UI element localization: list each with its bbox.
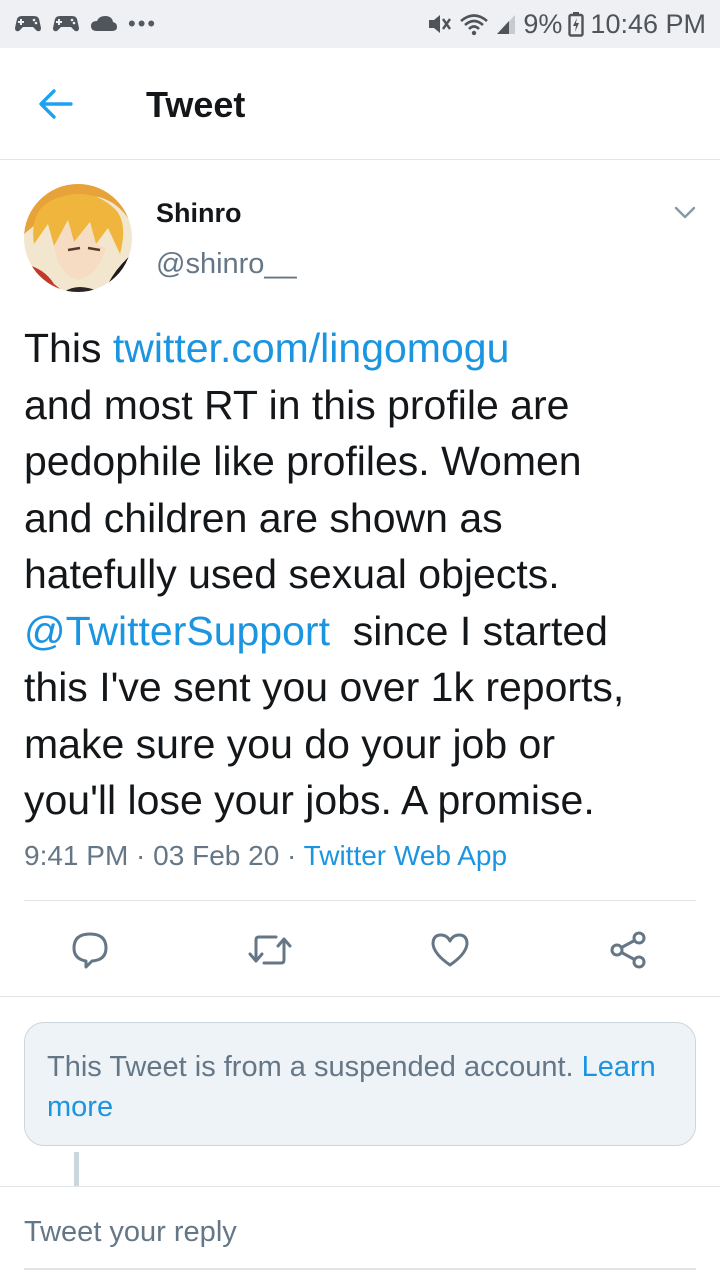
tweet-time: 9:41 PM — [24, 840, 129, 871]
author-name[interactable]: Shinro — [156, 198, 242, 229]
like-button[interactable] — [428, 928, 472, 972]
tweet-line: This twitter.com/lingomogu — [24, 325, 510, 371]
back-button[interactable] — [32, 84, 80, 124]
tweet-meta: 9:41 PM · 03 Feb 20 · Twitter Web App — [24, 840, 508, 871]
divider — [0, 1186, 720, 1187]
more-notifications-indicator: ••• — [128, 11, 158, 36]
game-controller-icon — [14, 14, 42, 34]
tweet-line: @TwitterSupport since I started — [24, 607, 608, 654]
tweet-source-link[interactable]: Twitter Web App — [304, 840, 507, 871]
divider — [24, 900, 696, 901]
tweet-line: this I've sent you over 1k reports, — [24, 664, 625, 710]
mention-link[interactable]: @TwitterSupport — [24, 608, 330, 654]
tweet-line: and most RT in this profile are — [24, 381, 570, 428]
tweet-menu-button[interactable] — [670, 200, 700, 226]
share-icon — [610, 931, 646, 969]
avatar[interactable] — [24, 184, 132, 292]
notice-text: This Tweet is from a suspended account. — [47, 1051, 582, 1083]
page-title: Tweet — [146, 84, 246, 125]
tweet-line: and children are shown as — [24, 494, 503, 541]
mute-icon — [427, 12, 453, 36]
app-header: Tweet — [0, 48, 720, 160]
game-controller-icon — [52, 14, 80, 34]
suspended-account-notice: This Tweet is from a suspended account. … — [24, 1022, 696, 1146]
battery-icon — [568, 11, 585, 37]
retweet-button[interactable] — [248, 928, 292, 972]
back-arrow-icon — [39, 89, 73, 119]
tweet-date: 03 Feb 20 — [153, 840, 280, 871]
retweet-icon — [248, 935, 292, 965]
divider — [0, 996, 720, 997]
tweet-line: you'll lose your jobs. A promise. — [24, 777, 595, 823]
reply-input-underline — [24, 1268, 696, 1270]
signal-icon — [495, 12, 517, 36]
chevron-down-icon — [674, 206, 696, 219]
thread-connector — [74, 1152, 79, 1186]
system-status: 9% 10:46 PM — [427, 9, 706, 40]
author-handle[interactable]: @shinro__ — [156, 248, 297, 281]
tweet-text: This twitter.com/lingomogu and most RT i… — [24, 320, 704, 829]
cloud-icon — [90, 14, 118, 34]
tweet-line: hatefully used sexual objects. — [24, 551, 560, 597]
reply-icon — [72, 932, 108, 969]
share-button[interactable] — [606, 928, 650, 972]
clock: 10:46 PM — [590, 8, 706, 39]
notification-icons: ••• — [14, 11, 158, 36]
reply-input[interactable]: Tweet your reply — [24, 1216, 237, 1249]
tweet-actions — [0, 920, 720, 980]
tweet-line: pedophile like profiles. Women — [24, 438, 582, 484]
wifi-icon — [459, 12, 489, 36]
status-bar: ••• 9% 10:46 PM — [0, 0, 720, 48]
tweet-line: make sure you do your job or — [24, 720, 555, 767]
heart-icon — [431, 933, 469, 967]
profile-link[interactable]: twitter.com/lingomogu — [113, 325, 510, 371]
reply-button[interactable] — [68, 928, 112, 972]
battery-percent: 9% — [523, 8, 563, 39]
